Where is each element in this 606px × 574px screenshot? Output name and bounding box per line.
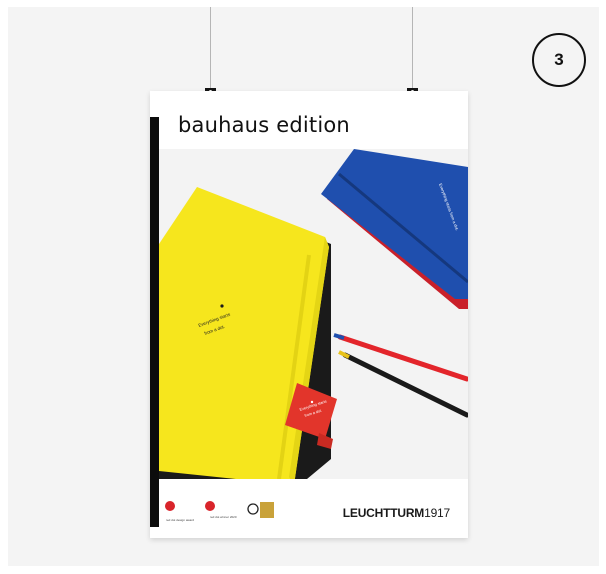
hanging-wire-right	[412, 7, 413, 91]
hanging-wire-left	[210, 7, 211, 91]
svg-text:red dot design award: red dot design award	[166, 518, 194, 522]
red-dot-award-icon	[205, 501, 215, 511]
brand-year: 1917	[424, 506, 450, 520]
yellow-notebook: Everything starts from a dot.	[159, 187, 331, 494]
svg-text:red dot winner 2020: red dot winner 2020	[210, 515, 237, 519]
award-logos: red dot design award red dot winner 2020	[165, 501, 274, 522]
red-dot-award-icon	[165, 501, 175, 511]
poster: bauhaus edition Everything starts from a…	[150, 91, 468, 538]
german-design-award-icon	[247, 503, 259, 515]
poster-title: bauhaus edition	[178, 113, 350, 137]
poster-left-stripe	[150, 117, 159, 527]
brand-name: LEUCHTTURM	[342, 506, 425, 520]
product-photo: Everything starts from a dot. Everything…	[159, 149, 468, 534]
step-number-badge: 3	[532, 33, 586, 87]
brand-logo: LEUCHTTURM1917	[343, 506, 450, 520]
